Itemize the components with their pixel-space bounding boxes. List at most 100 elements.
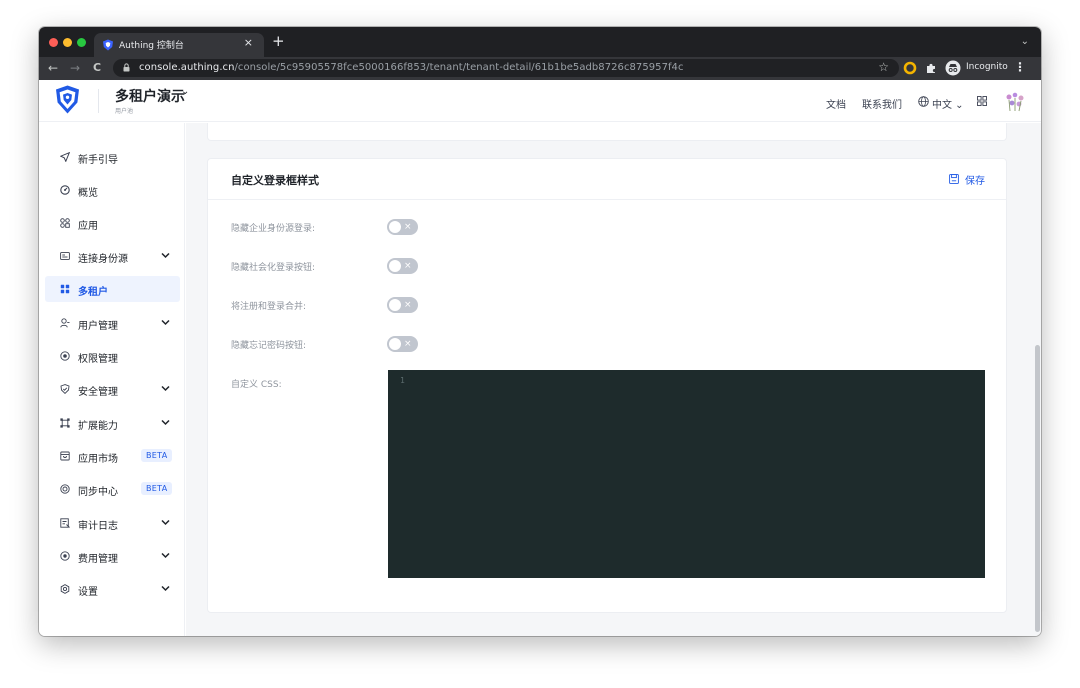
minimize-window-button[interactable] [63,38,72,47]
merge-register-login-toggle[interactable]: × [387,297,418,313]
extend-icon [60,418,70,428]
qrcode-grid-icon[interactable] [977,96,987,106]
sidebar-item-permissions[interactable]: 权限管理 [45,343,180,369]
dashboard-icon [60,185,70,195]
userpool-name[interactable]: 多租户演示 [115,86,185,106]
sidebar-item-label: 费用管理 [78,554,118,565]
shield-icon [60,384,70,394]
save-icon [949,174,959,184]
url-path: /console/5c95905578fce5000166f853/tenant… [234,62,684,73]
sidebar-item-label: 权限管理 [78,354,118,365]
url-host: console.authing.cn [139,62,235,73]
reload-icon[interactable]: C [93,61,101,74]
chevron-down-icon [161,552,170,559]
merge-register-login-label: 将注册和登录合并: [231,302,307,312]
target-icon [60,351,70,361]
sidebar-item-overview[interactable]: 概览 [45,177,180,203]
tab-close-icon[interactable]: × [244,36,253,49]
grid-icon [60,284,70,294]
contact-us-link[interactable]: 联系我们 [862,96,902,111]
toggle-knob [389,299,401,311]
custom-css-label: 自定义 CSS: [231,380,282,390]
beta-badge: BETA [141,449,173,462]
sidebar-item-tenants[interactable]: 多租户 [45,276,180,302]
extension-ring-icon[interactable] [903,61,917,75]
app-header: 多租户演示 ⌄ 用户池 文档 联系我们 中文 ⌄ [39,80,1041,122]
custom-css-editor[interactable]: 1 [388,370,985,578]
sidebar-item-identity-sources[interactable]: 连接身份源 [45,243,180,269]
user-avatar[interactable] [1004,91,1026,113]
sidebar-item-billing[interactable]: 费用管理 [45,543,180,569]
language-switcher[interactable]: 中文 ⌄ [932,96,964,111]
users-icon [60,318,70,328]
hide-social-login-label: 隐藏社会化登录按钮: [231,263,316,273]
userpool-chevron-down-icon[interactable]: ⌄ [181,86,189,97]
hide-enterprise-login-toggle[interactable]: × [387,219,418,235]
sidebar-item-label: 用户管理 [78,321,118,332]
sidebar-item-guide[interactable]: 新手引导 [45,144,180,170]
sidebar-item-label: 连接身份源 [78,254,128,265]
maximize-window-button[interactable] [77,38,86,47]
incognito-label: Incognito [966,62,1008,72]
hide-forgot-password-label: 隐藏忘记密码按钮: [231,341,307,351]
sidebar-item-security[interactable]: 安全管理 [45,376,180,402]
sidebar-item-apps[interactable]: 应用 [45,210,180,236]
toggle-off-icon: × [404,261,412,271]
sidebar-item-extensions[interactable]: 扩展能力 [45,410,180,436]
lock-icon [123,63,130,72]
browser-tab[interactable]: Authing 控制台 × [94,33,264,57]
sidebar: 新手引导 概览 应用 连接身份源 多租户 用户管理 权限管理 安全管理 扩展能力… [39,123,185,636]
extensions-puzzle-icon[interactable] [924,61,938,75]
previous-card-bottom [207,123,1007,141]
apps-icon [60,218,70,228]
sidebar-item-label: 扩展能力 [78,421,118,432]
close-window-button[interactable] [49,38,58,47]
send-icon [60,152,70,162]
address-bar[interactable]: console.authing.cn/console/5c95905578fce… [113,59,899,77]
editor-line-number: 1 [400,376,405,385]
sidebar-item-label: 新手引导 [78,155,118,166]
docs-link[interactable]: 文档 [826,96,846,111]
header-divider [98,89,99,113]
sidebar-item-marketplace[interactable]: 应用市场 BETA [45,443,180,469]
new-tab-button[interactable]: + [272,32,285,50]
globe-icon[interactable] [918,96,929,107]
sidebar-item-settings[interactable]: 设置 [45,576,180,602]
back-icon[interactable]: ← [48,61,58,75]
log-icon [60,518,70,528]
hide-social-login-toggle[interactable]: × [387,258,418,274]
incognito-icon [945,60,961,76]
hide-forgot-password-toggle[interactable]: × [387,336,418,352]
sidebar-item-sync-center[interactable]: 同步中心 BETA [45,476,180,502]
sidebar-item-label: 应用 [78,221,98,232]
userpool-type-label: 用户池 [115,108,134,115]
url-text: console.authing.cn/console/5c95905578fce… [139,62,684,73]
sidebar-item-label: 应用市场 [78,454,118,465]
sidebar-item-label: 安全管理 [78,387,118,398]
chevron-down-icon [161,385,170,392]
tab-search-icon[interactable]: ⌄ [1021,36,1029,47]
coin-icon [60,551,70,561]
browser-menu-icon[interactable]: ⋮ [1014,60,1026,74]
toggle-knob [389,221,401,233]
sidebar-item-audit-log[interactable]: 审计日志 [45,510,180,536]
sidebar-item-label: 审计日志 [78,521,118,532]
login-box-style-card: 自定义登录框样式 保存 隐藏企业身份源登录: × 隐藏社会化登录按钮: × 将注… [207,158,1007,613]
card-divider [208,199,1006,200]
save-label: 保存 [965,176,985,187]
scrollbar-thumb[interactable] [1035,345,1040,632]
chevron-down-icon [161,419,170,426]
main-content: 自定义登录框样式 保存 隐藏企业身份源登录: × 隐藏社会化登录按钮: × 将注… [186,123,1034,636]
forward-icon[interactable]: → [70,61,80,75]
tab-title: Authing 控制台 [119,41,184,51]
sidebar-item-label: 同步中心 [78,487,118,498]
beta-badge: BETA [141,482,173,495]
sidebar-item-label: 概览 [78,188,98,199]
chevron-down-icon [161,319,170,326]
browser-window: Authing 控制台 × + ⌄ ← → C console.authing.… [39,27,1041,636]
sidebar-item-users[interactable]: 用户管理 [45,310,180,336]
page-scrollbar[interactable] [1034,123,1041,636]
toggle-off-icon: × [404,300,412,310]
bookmark-star-icon[interactable]: ☆ [878,60,889,74]
authing-logo-icon[interactable] [55,85,80,114]
